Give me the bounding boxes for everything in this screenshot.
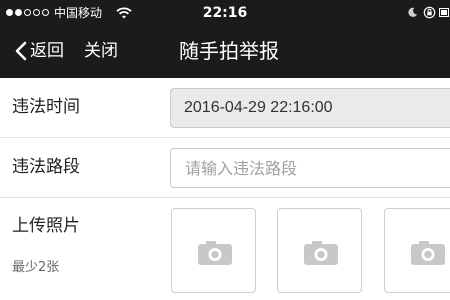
- photo-minimum-hint: 最少2张: [12, 260, 60, 275]
- camera-icon: [304, 241, 338, 265]
- photo-upload-slot-2[interactable]: [277, 208, 362, 293]
- rotation-lock-icon: [423, 6, 436, 19]
- moon-icon: [408, 7, 418, 17]
- violation-road-label: 违法路段: [12, 157, 80, 177]
- violation-time-label: 违法时间: [12, 97, 80, 117]
- violation-road-row: 违法路段: [0, 138, 450, 198]
- upload-photo-row: 上传照片 最少2张: [0, 198, 450, 300]
- upload-photo-label: 上传照片: [12, 216, 80, 236]
- photo-upload-slot-3[interactable]: [384, 208, 450, 293]
- violation-time-row: 违法时间 2016-04-29 22:16:00: [0, 78, 450, 138]
- violation-time-field[interactable]: 2016-04-29 22:16:00: [170, 88, 450, 128]
- camera-icon: [411, 241, 445, 265]
- status-clock: 22:16: [202, 5, 248, 21]
- app-header: 中国移动 22:16 返回 关闭 随手拍举报: [0, 0, 450, 78]
- nav-bar: 返回 关闭 随手拍举报: [0, 26, 450, 78]
- violation-road-input[interactable]: [170, 148, 450, 188]
- page-title: 随手拍举报: [179, 39, 279, 63]
- battery-icon: [439, 8, 449, 17]
- photo-upload-slot-1[interactable]: [171, 208, 256, 293]
- status-bar: 中国移动 22:16: [0, 0, 450, 26]
- camera-icon: [198, 241, 232, 265]
